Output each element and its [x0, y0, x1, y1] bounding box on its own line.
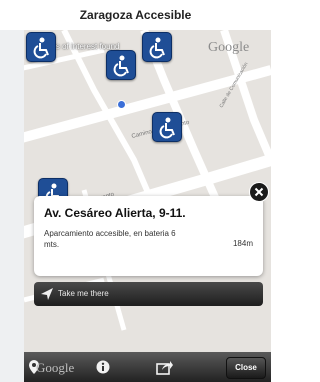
take-me-there-button[interactable]: Take me there — [34, 282, 263, 306]
wheelchair-icon — [113, 55, 129, 77]
wheelchair-marker[interactable] — [106, 50, 136, 80]
place-title: Av. Cesáreo Alierta, 9-11. — [44, 206, 186, 220]
arrow-icon — [41, 288, 53, 300]
place-distance: 184m — [232, 239, 253, 248]
close-icon — [254, 187, 264, 197]
info-icon[interactable] — [96, 360, 110, 374]
app-title: Zaragoza Accesible — [79, 8, 192, 22]
wheelchair-marker[interactable] — [142, 32, 172, 62]
close-callout-button[interactable] — [249, 182, 269, 202]
title-bar: Zaragoza Accesible — [0, 0, 271, 30]
take-me-there-label: Take me there — [58, 289, 109, 298]
close-button[interactable]: Close — [226, 357, 266, 379]
google-logo-bottom: Google — [36, 360, 75, 375]
current-location-dot — [117, 100, 126, 109]
wheelchair-icon — [159, 117, 175, 139]
left-margin — [0, 30, 24, 382]
wheelchair-icon — [149, 37, 165, 59]
bottom-toolbar: Google Close — [24, 352, 271, 382]
wheelchair-marker[interactable] — [26, 32, 56, 62]
share-icon[interactable] — [156, 359, 174, 375]
wheelchair-icon — [33, 37, 49, 59]
google-logo: Google — [208, 40, 250, 55]
wheelchair-marker[interactable] — [152, 112, 182, 142]
place-callout[interactable]: Av. Cesáreo Alierta, 9-11. Aparcamiento … — [34, 196, 263, 276]
place-description: Aparcamiento accesible, en bateria 6 mts… — [44, 229, 176, 249]
